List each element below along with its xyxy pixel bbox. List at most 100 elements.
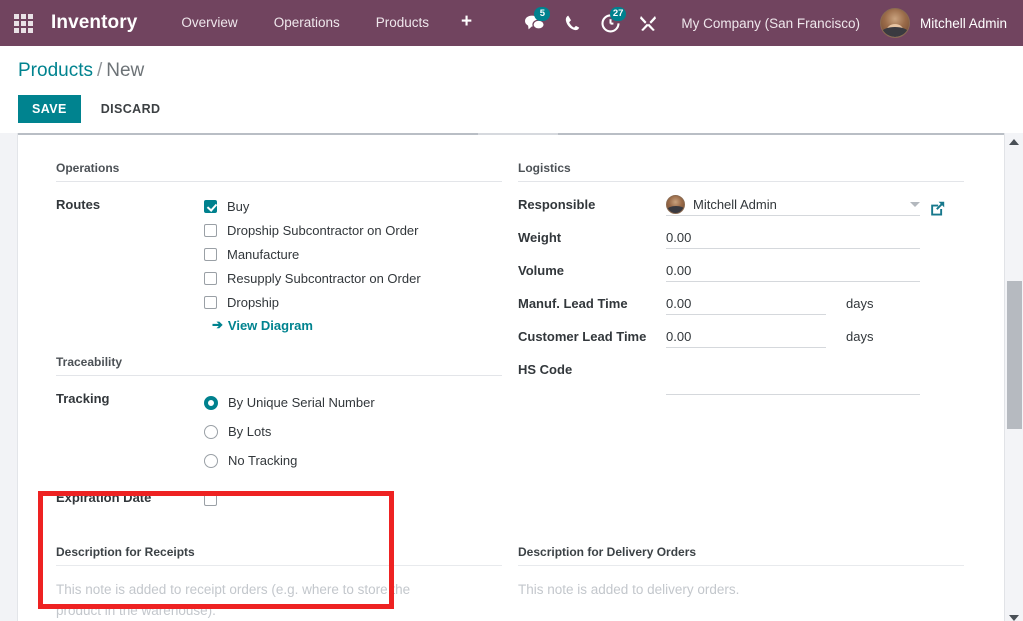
main-menu: Overview Operations Products + [163, 0, 486, 46]
left-column: Operations Routes Buy Dropship Subcontra… [56, 161, 502, 521]
chevron-down-icon[interactable] [910, 202, 920, 207]
user-name-label: Mitchell Admin [920, 16, 1007, 31]
tracking-option-lots[interactable]: By Lots [204, 417, 502, 446]
responsible-many2one[interactable]: Mitchell Admin [666, 194, 920, 215]
routes-label: Routes [56, 194, 204, 216]
descriptions-area: Description for Receipts This note is ad… [18, 545, 1004, 621]
customer-lead-time-label: Customer Lead Time [518, 326, 666, 348]
sheet-left-gutter [0, 133, 18, 621]
hs-code-row: HS Code [518, 359, 964, 395]
volume-input[interactable]: 0.00 [666, 260, 920, 282]
tracking-option-none[interactable]: No Tracking [204, 446, 502, 475]
responsible-name: Mitchell Admin [693, 194, 777, 215]
weight-label: Weight [518, 227, 666, 249]
volume-label: Volume [518, 260, 666, 282]
responsible-avatar [666, 195, 685, 214]
manuf-lead-time-label: Manuf. Lead Time [518, 293, 666, 315]
description-delivery-title: Description for Delivery Orders [518, 545, 964, 566]
avatar [880, 8, 910, 38]
description-delivery-group: Description for Delivery Orders This not… [518, 545, 964, 621]
checkbox-icon[interactable] [204, 493, 217, 506]
route-option-dropship-subcontractor-on-order[interactable]: Dropship Subcontractor on Order [204, 218, 502, 242]
right-column: Logistics Responsible Mitchell Admin [518, 161, 964, 521]
vertical-scrollbar[interactable] [1004, 133, 1023, 621]
traceability-group-title: Traceability [56, 355, 502, 376]
description-delivery-placeholder[interactable]: This note is added to delivery orders. [518, 579, 964, 600]
hs-code-value [666, 359, 964, 395]
responsible-value: Mitchell Admin [666, 194, 964, 216]
operations-group-title: Operations [56, 161, 502, 182]
tracking-option-serial[interactable]: By Unique Serial Number [204, 388, 502, 417]
expiration-date-option[interactable] [204, 487, 502, 511]
apps-grid-icon[interactable] [9, 0, 37, 46]
routes-options: Buy Dropship Subcontractor on Order Manu… [204, 194, 502, 333]
checkbox-icon[interactable] [204, 224, 217, 237]
checkbox-icon[interactable] [204, 200, 217, 213]
logistics-group-title: Logistics [518, 161, 964, 182]
traceability-group: Traceability Tracking By Unique Serial N… [56, 355, 502, 511]
external-link-icon[interactable] [930, 201, 945, 216]
activities-clock-icon[interactable]: 27 [591, 0, 629, 46]
tracking-option-label: By Unique Serial Number [228, 395, 375, 410]
weight-row: Weight 0.00 [518, 227, 964, 249]
description-receipts-group: Description for Receipts This note is ad… [56, 545, 502, 621]
volume-value: 0.00 [666, 260, 964, 282]
form-viewport: Operations Routes Buy Dropship Subcontra… [0, 133, 1023, 621]
manuf-lead-time-value: 0.00 days [666, 293, 964, 315]
weight-input[interactable]: 0.00 [666, 227, 920, 249]
route-label: Dropship [227, 295, 279, 310]
route-label: Resupply Subcontractor on Order [227, 271, 421, 286]
breadcrumb-separator: / [97, 60, 102, 81]
route-option-dropship[interactable]: Dropship [204, 290, 502, 314]
hs-code-input[interactable] [666, 373, 920, 395]
checkbox-icon[interactable] [204, 248, 217, 261]
menu-item-overview[interactable]: Overview [163, 0, 255, 46]
customer-lead-time-input[interactable]: 0.00 [666, 326, 826, 348]
customer-lead-time-row: Customer Lead Time 0.00 days [518, 326, 964, 348]
company-switcher[interactable]: My Company (San Francisco) [667, 16, 874, 31]
tracking-options: By Unique Serial Number By Lots No Track… [204, 388, 502, 475]
route-option-buy[interactable]: Buy [204, 194, 502, 218]
routes-row: Routes Buy Dropship Subcontractor on Ord… [56, 194, 502, 333]
manuf-lead-time-unit: days [846, 293, 873, 315]
customer-lead-time-value: 0.00 days [666, 326, 964, 348]
save-button[interactable]: SAVE [18, 95, 81, 123]
description-receipts-title: Description for Receipts [56, 545, 502, 566]
breadcrumb-products[interactable]: Products [18, 60, 93, 81]
arrow-right-icon: ➔ [212, 317, 223, 333]
scrollbar-thumb[interactable] [1007, 281, 1022, 429]
app-brand-inventory[interactable]: Inventory [51, 12, 137, 34]
user-menu[interactable]: Mitchell Admin [874, 8, 1023, 38]
description-receipts-placeholder[interactable]: This note is added to receipt orders (e.… [56, 579, 416, 621]
tracking-option-label: No Tracking [228, 453, 297, 468]
route-option-manufacture[interactable]: Manufacture [204, 242, 502, 266]
discard-button[interactable]: DISCARD [87, 95, 175, 123]
scroll-down-arrow-icon[interactable] [1005, 609, 1023, 621]
radio-icon[interactable] [204, 396, 218, 410]
view-diagram-label: View Diagram [228, 318, 313, 333]
expiration-date-row: Expiration Date [56, 487, 502, 511]
expiration-date-label: Expiration Date [56, 487, 204, 509]
route-label: Dropship Subcontractor on Order [227, 223, 418, 238]
volume-row: Volume 0.00 [518, 260, 964, 282]
menu-item-operations[interactable]: Operations [256, 0, 358, 46]
phone-icon[interactable] [553, 0, 591, 46]
responsible-input[interactable]: Mitchell Admin [666, 194, 920, 216]
breadcrumb-current-new: New [106, 60, 144, 81]
scroll-up-arrow-icon[interactable] [1005, 133, 1023, 150]
manuf-lead-time-input[interactable]: 0.00 [666, 293, 826, 315]
menu-item-products[interactable]: Products [358, 0, 447, 46]
tracking-row: Tracking By Unique Serial Number By Lots [56, 388, 502, 475]
checkbox-icon[interactable] [204, 296, 217, 309]
radio-icon[interactable] [204, 425, 218, 439]
operations-group: Operations Routes Buy Dropship Subcontra… [56, 161, 502, 333]
messages-icon[interactable]: 5 [515, 0, 553, 46]
view-diagram-link[interactable]: ➔ View Diagram [212, 317, 502, 333]
breadcrumb: Products/New [18, 60, 1023, 82]
apps-grid-glyph [14, 14, 33, 33]
radio-icon[interactable] [204, 454, 218, 468]
debug-wrench-icon[interactable] [629, 0, 667, 46]
route-option-resupply-subcontractor-on-order[interactable]: Resupply Subcontractor on Order [204, 266, 502, 290]
checkbox-icon[interactable] [204, 272, 217, 285]
add-menu-plus-icon[interactable]: + [447, 0, 486, 46]
